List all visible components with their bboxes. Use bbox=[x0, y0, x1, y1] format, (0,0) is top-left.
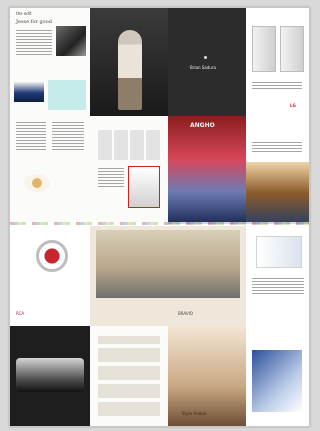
ad-footer: BRAVIO bbox=[178, 311, 193, 316]
section-label: the edit bbox=[16, 11, 32, 16]
ad-title: Style Arabia bbox=[182, 411, 207, 416]
page-title: Jesse for good bbox=[16, 19, 52, 25]
body-text bbox=[98, 168, 124, 189]
photo-dish bbox=[24, 174, 50, 192]
thumbnail-row4-page3[interactable]: Style Arabia bbox=[168, 326, 247, 426]
body-text bbox=[252, 278, 304, 296]
photo-fridge-right bbox=[280, 26, 304, 72]
thumbnail-row4-page4[interactable] bbox=[246, 326, 309, 426]
thumbnail-row2-page1[interactable] bbox=[10, 116, 91, 224]
body-text bbox=[16, 30, 52, 57]
thumbnail-row2-page3[interactable]: ANGHO bbox=[168, 116, 247, 224]
photo-portrait bbox=[48, 80, 86, 110]
thumbnail-row3-page4[interactable] bbox=[246, 226, 309, 326]
photo-map bbox=[252, 350, 302, 412]
photo-product bbox=[128, 166, 160, 208]
photo-car-grille bbox=[16, 358, 84, 392]
thumbnail-row4-page1[interactable] bbox=[10, 326, 91, 426]
photo-beach-sunset bbox=[246, 162, 309, 224]
thumbnail-row2-page2[interactable] bbox=[90, 116, 169, 224]
thumbnail-row1-page1[interactable]: the edit Jesse for good bbox=[10, 8, 91, 116]
photo-cosmetics bbox=[256, 236, 302, 268]
color-bar bbox=[10, 222, 309, 225]
thumbnail-row1-page4[interactable]: LG bbox=[246, 8, 309, 116]
photo-model-dress bbox=[118, 30, 142, 110]
contact-sheet: the edit Jesse for good Brian Sadura LG bbox=[9, 7, 310, 427]
brand-star-icon bbox=[204, 56, 207, 59]
thumbnail-row3-page1[interactable]: RCA bbox=[10, 226, 91, 326]
photo-collage bbox=[98, 336, 160, 416]
photo-family bbox=[56, 26, 86, 56]
body-text bbox=[252, 82, 302, 91]
body-text bbox=[16, 122, 46, 152]
photo-living-room bbox=[96, 230, 240, 298]
thumbnail-row3-page2[interactable]: BRAVIO bbox=[90, 226, 247, 326]
body-text bbox=[252, 142, 302, 154]
photo-ring bbox=[36, 240, 68, 272]
photo-car bbox=[14, 82, 44, 102]
ad-caption: RCA bbox=[16, 311, 25, 316]
photo-grid bbox=[98, 130, 160, 160]
thumbnail-row2-page4[interactable] bbox=[246, 116, 309, 224]
ad-headline: ANGHO bbox=[190, 122, 215, 129]
brand-name: Brian Sadura bbox=[190, 65, 216, 70]
lg-logo: LG bbox=[290, 103, 296, 108]
thumbnail-row1-page3[interactable]: Brian Sadura bbox=[168, 8, 247, 116]
thumbnail-row4-page2[interactable] bbox=[90, 326, 169, 426]
thumbnail-row1-page2[interactable] bbox=[90, 8, 169, 116]
body-text bbox=[52, 122, 84, 152]
photo-fridge-left bbox=[252, 26, 276, 72]
